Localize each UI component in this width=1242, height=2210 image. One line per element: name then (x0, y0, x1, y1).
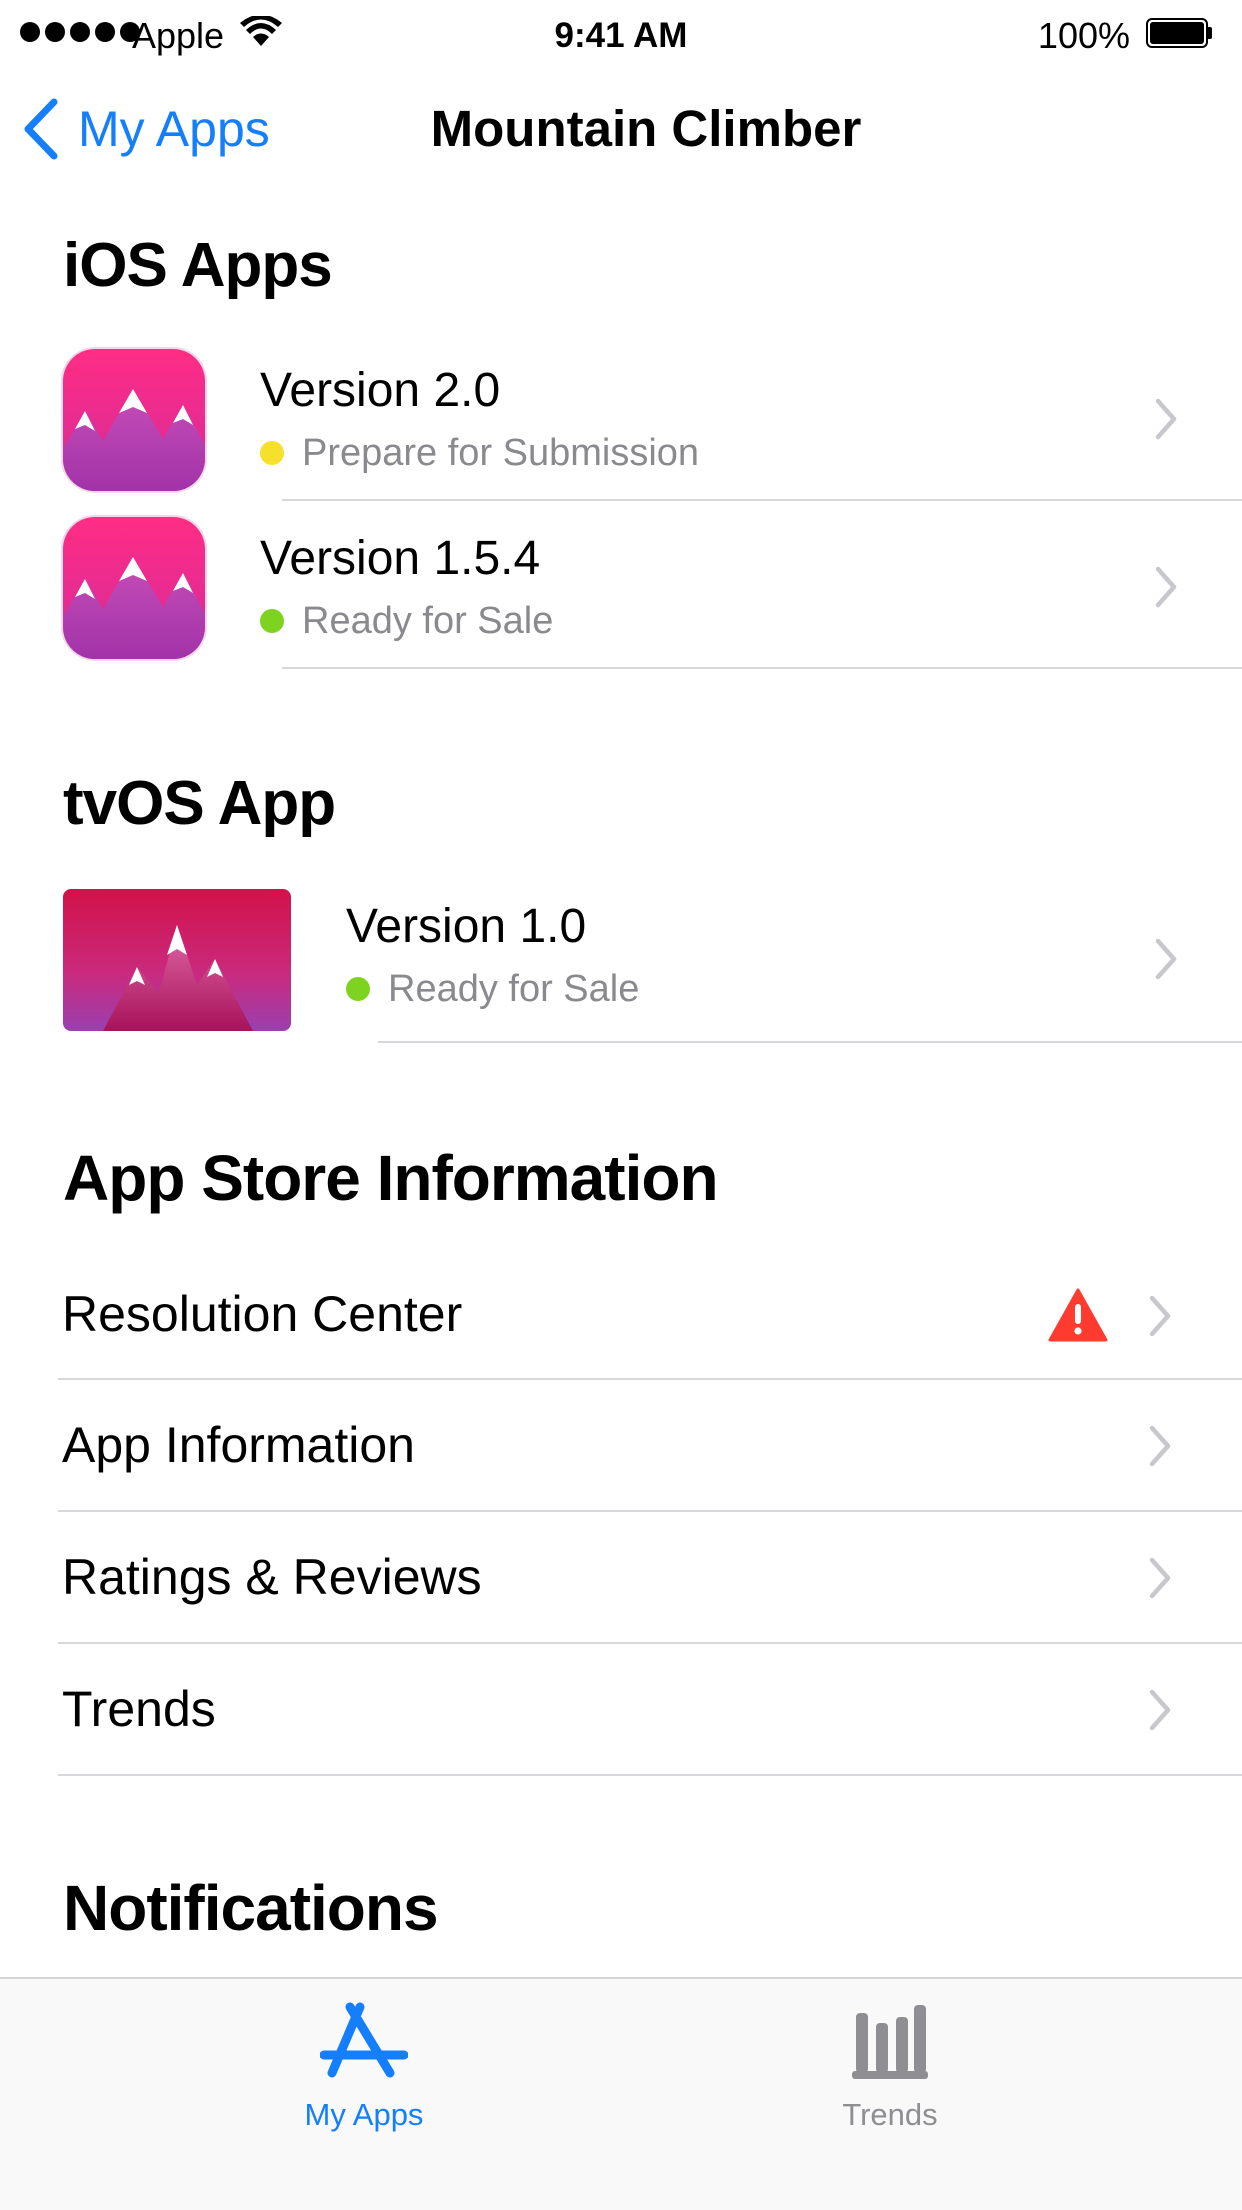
chevron-right-icon (1149, 1425, 1171, 1467)
tab-my-apps[interactable]: My Apps (214, 1979, 514, 2132)
list-item-label: Resolution Center (62, 1286, 463, 1342)
list-item-ios-version-2-0[interactable]: Version 2.0 Prepare for Submission (0, 335, 1242, 501)
section-heading-notifications: Notifications (63, 1872, 439, 1944)
row-separator (282, 499, 1242, 501)
chevron-right-icon (1149, 1295, 1171, 1337)
status-text: Ready for Sale (302, 600, 554, 642)
chevron-right-icon (1155, 938, 1177, 980)
tab-label: My Apps (304, 2097, 424, 2132)
version-title: Version 1.0 (346, 900, 587, 953)
list-item-ios-version-1-5-4[interactable]: Version 1.5.4 Ready for Sale (0, 503, 1242, 669)
app-icon (63, 517, 205, 659)
battery-icon (1146, 18, 1212, 48)
app-store-icon (320, 2002, 408, 2078)
list-item-tvos-version-1-0[interactable]: Version 1.0 Ready for Sale (0, 873, 1242, 1043)
chevron-right-icon (1149, 1689, 1171, 1731)
row-separator (282, 667, 1242, 669)
status-text: Ready for Sale (388, 968, 640, 1010)
status-line: Ready for Sale (346, 965, 639, 1013)
list-item-resolution-center[interactable]: Resolution Center (0, 1250, 1242, 1380)
warning-icon (1048, 1288, 1108, 1342)
row-separator (58, 1774, 1242, 1776)
status-dot-yellow (260, 441, 284, 465)
app-icon (63, 349, 205, 491)
status-line: Ready for Sale (260, 597, 553, 645)
tvos-app-icon (63, 889, 291, 1031)
bar-chart-icon (852, 2005, 928, 2079)
tab-bar: My Apps Trends (0, 1977, 1242, 2210)
status-dot-green (260, 609, 284, 633)
chevron-right-icon (1149, 1557, 1171, 1599)
section-heading-tvos: tvOS App (63, 769, 336, 838)
section-heading-ios: iOS Apps (63, 231, 333, 300)
page-title: Mountain Climber (430, 100, 862, 157)
section-heading-app-store-information: App Store Information (63, 1142, 719, 1214)
list-item-label: Ratings & Reviews (62, 1549, 482, 1605)
chevron-right-icon (1155, 398, 1177, 440)
status-dot-green (346, 977, 370, 1001)
version-title: Version 1.5.4 (260, 532, 541, 585)
tab-label: Trends (842, 2097, 938, 2132)
list-item-app-information[interactable]: App Information (0, 1380, 1242, 1512)
row-separator (378, 1041, 1242, 1043)
version-title: Version 2.0 (260, 364, 501, 417)
list-item-trends[interactable]: Trends (0, 1644, 1242, 1776)
battery-percent: 100% (1037, 15, 1130, 56)
tab-trends[interactable]: Trends (740, 1979, 1040, 2132)
status-line: Prepare for Submission (260, 429, 699, 477)
chevron-right-icon (1155, 566, 1177, 608)
list-item-label: App Information (62, 1417, 415, 1473)
list-item-ratings-reviews[interactable]: Ratings & Reviews (0, 1512, 1242, 1644)
list-item-label: Trends (62, 1681, 216, 1737)
status-text: Prepare for Submission (302, 432, 700, 474)
